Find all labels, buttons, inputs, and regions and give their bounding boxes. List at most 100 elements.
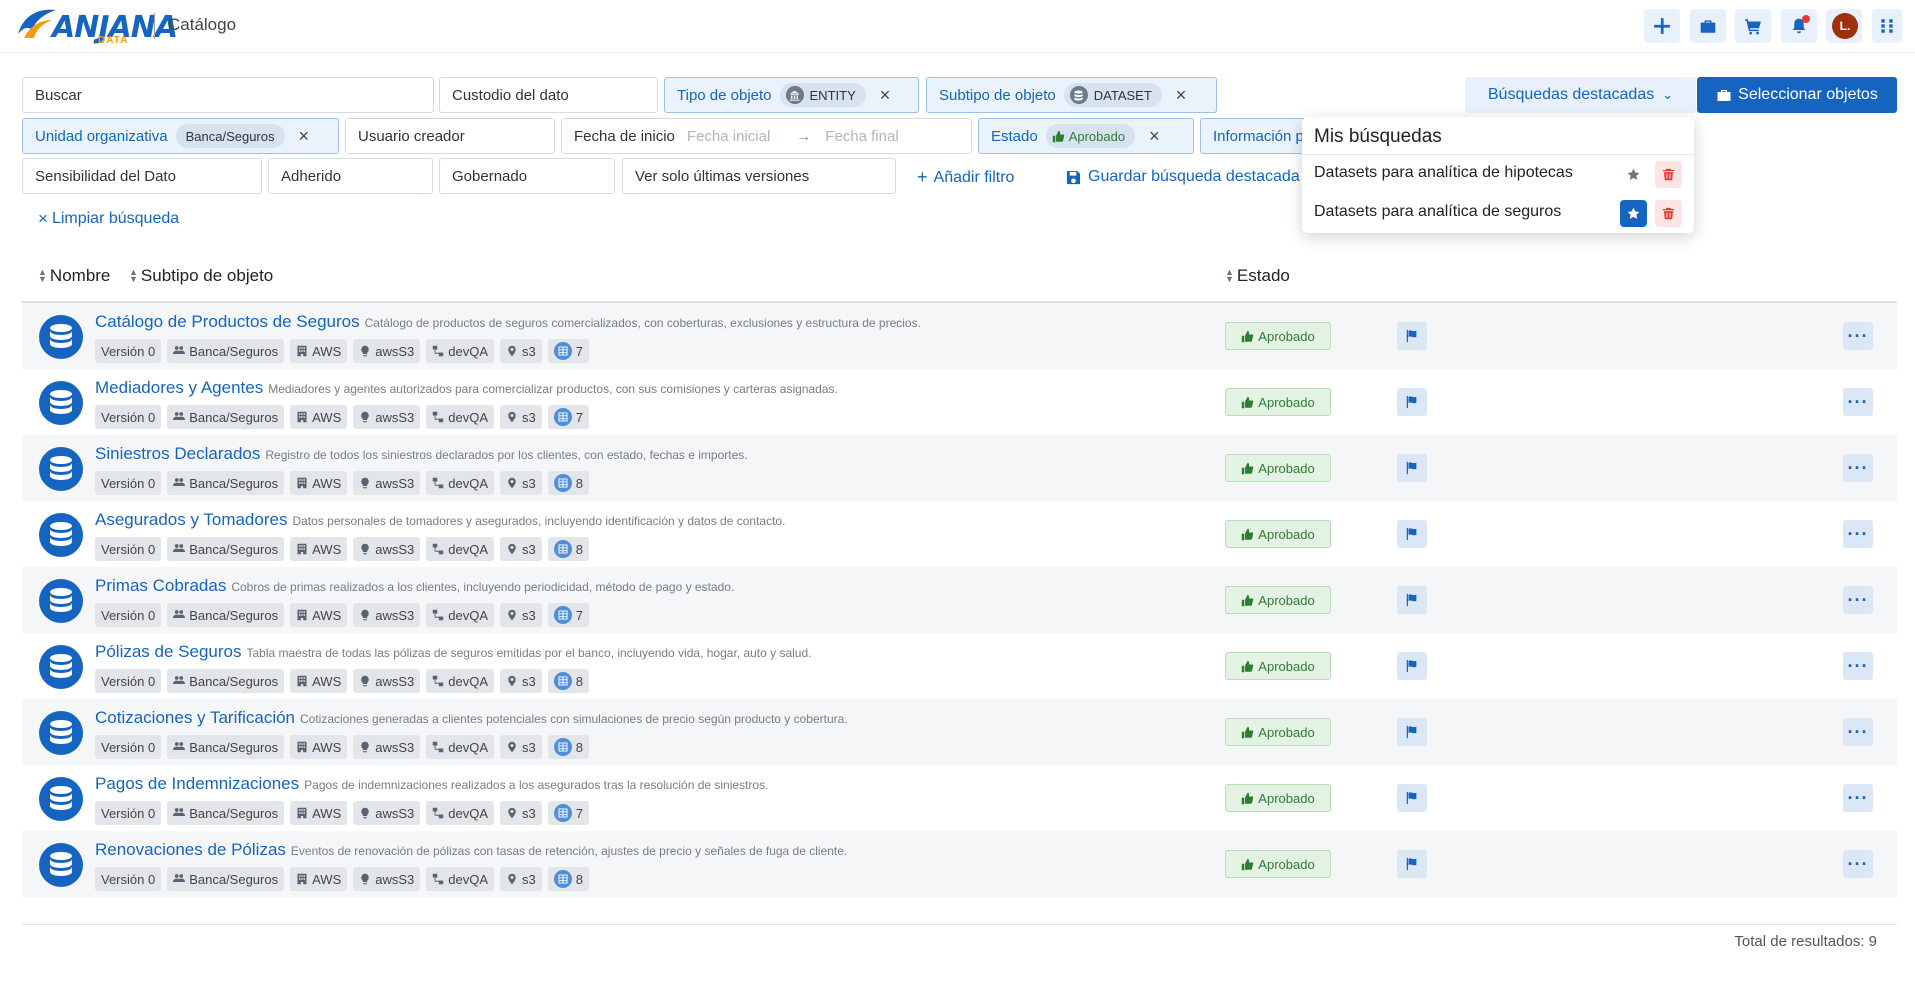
flag-button[interactable] [1397,322,1427,350]
table-row[interactable]: Mediadores y Agentes Mediadores y agentes… [22,369,1897,435]
flag-button[interactable] [1397,388,1427,416]
sensitivity-filter[interactable]: Sensibilidad del Dato [22,158,262,194]
row-title-link[interactable]: Renovaciones de Pólizas [95,840,286,859]
add-filter-button[interactable]: + Añadir filtro [917,167,1014,188]
network-icon [433,675,444,687]
star-toggle-button[interactable] [1620,161,1647,188]
row-title-link[interactable]: Catálogo de Productos de Seguros [95,312,360,331]
avatar[interactable]: L. [1832,13,1858,39]
flag-button[interactable] [1397,586,1427,614]
org-unit-filter[interactable]: Unidad organizativa Banca/Seguros × [22,118,339,154]
table-row[interactable]: Pólizas de Seguros Tabla maestra de todas… [22,633,1897,699]
thumbs-up-icon [1242,726,1254,738]
row-title-link[interactable]: Pagos de Indemnizaciones [95,774,299,793]
status-filter[interactable]: Estado Aprobado × [978,118,1194,154]
column-subtype[interactable]: ▲ ▼ Subtipo de objeto [129,266,273,286]
featured-searches-button[interactable]: Búsquedas destacadas ⌄ [1465,77,1696,113]
saved-search-item[interactable]: Datasets para analítica de hipotecas [1314,164,1573,182]
table-row[interactable]: Catálogo de Productos de Seguros Catálogo… [22,303,1897,369]
table-row[interactable]: Cotizaciones y Tarificación Cotizaciones … [22,699,1897,765]
more-options-button[interactable]: ··· [1843,718,1873,746]
start-date-from-input[interactable]: Fecha inicial [687,128,770,145]
flag-button[interactable] [1397,784,1427,812]
status-badge: Aprobado [1225,520,1331,548]
object-type-filter[interactable]: Tipo de objeto ENTITY × [664,77,919,113]
remove-object-type-icon[interactable]: × [880,86,891,104]
table-row[interactable]: Siniestros Declarados Registro de todos l… [22,435,1897,501]
map-pin-icon [508,345,516,357]
adhered-filter[interactable]: Adherido [268,158,433,194]
latest-versions-filter[interactable]: Ver solo últimas versiones [622,158,896,194]
remove-object-subtype-icon[interactable]: × [1176,86,1187,104]
more-options-button[interactable]: ··· [1843,520,1873,548]
custodian-filter[interactable]: Custodio del dato [439,77,658,113]
save-icon [1066,170,1081,184]
more-options-button[interactable]: ··· [1843,652,1873,680]
anjana-logo[interactable]: ANJANA DATA [14,4,178,48]
table-grid-icon [553,342,572,360]
table-row[interactable]: Primas Cobradas Cobros de primas realizad… [22,567,1897,633]
save-search-button[interactable]: Guardar búsqueda destacada [1066,168,1306,186]
lightbulb-icon [361,477,369,489]
info-filter[interactable]: Información p [1200,118,1310,154]
fields-count-tag: 7 [547,405,589,429]
sort-icon: ▲ ▼ [38,266,47,284]
select-objects-button[interactable]: Seleccionar objetos [1697,77,1897,113]
add-button[interactable] [1644,9,1680,43]
row-title-link[interactable]: Mediadores y Agentes [95,378,263,397]
env-tag: devQA [426,867,495,891]
remove-status-icon[interactable]: × [1149,127,1160,145]
flag-icon [1406,593,1417,607]
object-type-value: ENTITY [809,87,856,103]
table-row[interactable]: Renovaciones de Pólizas Eventos de renova… [22,831,1897,897]
delete-search-button[interactable] [1655,200,1682,227]
governed-filter[interactable]: Gobernado [439,158,615,194]
creator-filter[interactable]: Usuario creador [345,118,555,154]
start-date-to-input[interactable]: Fecha final [825,128,898,145]
table-row[interactable]: Asegurados y Tomadores Datos personales d… [22,501,1897,567]
row-title-link[interactable]: Pólizas de Seguros [95,642,241,661]
flag-button[interactable] [1397,850,1427,878]
start-date-filter[interactable]: Fecha de inicio Fecha inicial → Fecha fi… [561,118,972,154]
my-searches-dropdown: Mis búsquedas Datasets para analítica de… [1302,117,1694,233]
saved-search-item[interactable]: Datasets para analítica de seguros [1314,203,1561,221]
table-row[interactable]: Pagos de Indemnizaciones Pagos de indemni… [22,765,1897,831]
row-title-link[interactable]: Cotizaciones y Tarificación [95,708,295,727]
table-grid-icon [553,672,572,690]
delete-search-button[interactable] [1655,161,1682,188]
location-tag: s3 [500,669,542,693]
row-title-link[interactable]: Primas Cobradas [95,576,226,595]
map-pin-icon [508,609,516,621]
flag-button[interactable] [1397,718,1427,746]
flag-button[interactable] [1397,652,1427,680]
more-options-button[interactable]: ··· [1843,586,1873,614]
env-tag: devQA [426,603,495,627]
more-options-button[interactable]: ··· [1843,322,1873,350]
star-toggle-button[interactable] [1620,200,1647,227]
row-title-link[interactable]: Asegurados y Tomadores [95,510,287,529]
column-name[interactable]: ▲ ▼ Nombre [38,266,110,286]
notifications-button[interactable] [1781,9,1817,43]
briefcase-button[interactable] [1690,9,1726,43]
cart-button[interactable] [1735,9,1771,43]
more-options-button[interactable]: ··· [1843,454,1873,482]
row-description: Datos personales de tomadores y asegurad… [292,514,786,528]
source-tag: awsS3 [353,735,421,759]
network-icon [433,741,444,753]
row-title-link[interactable]: Siniestros Declarados [95,444,260,463]
search-input[interactable]: Buscar [22,77,434,113]
object-subtype-filter[interactable]: Subtipo de objeto DATASET × [926,77,1217,113]
remove-org-unit-icon[interactable]: × [299,127,310,145]
more-options-button[interactable]: ··· [1843,784,1873,812]
more-options-button[interactable]: ··· [1843,850,1873,878]
more-options-button[interactable]: ··· [1843,388,1873,416]
flag-button[interactable] [1397,520,1427,548]
flag-button[interactable] [1397,454,1427,482]
column-status[interactable]: ▲ ▼ Estado [1225,266,1290,286]
start-date-label: Fecha de inicio [574,127,675,145]
status-badge: Aprobado [1225,784,1331,812]
version-tag: Versión 0 [95,471,162,495]
clear-search-button[interactable]: × Limpiar búsqueda [38,209,179,229]
apps-button[interactable] [1872,9,1902,43]
flag-icon [1406,791,1417,805]
